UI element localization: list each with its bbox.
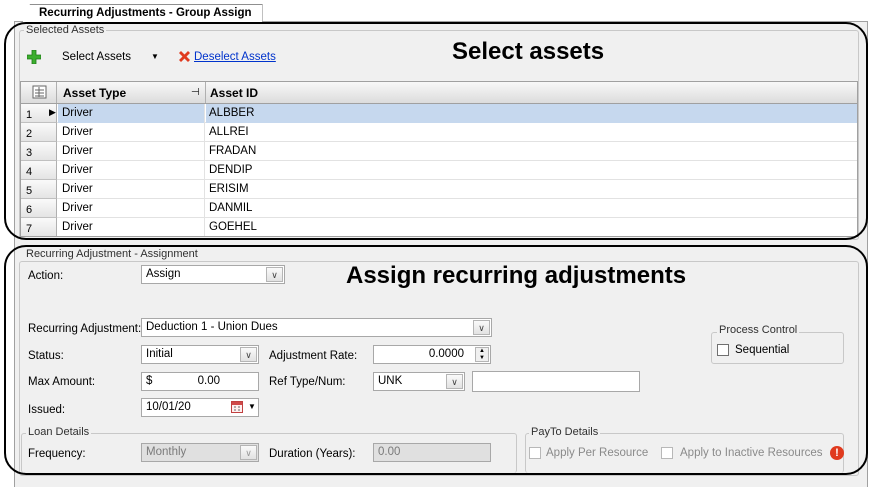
- ref-type-value: UNK: [378, 375, 403, 387]
- frequency-select: Monthly ∨: [141, 443, 259, 462]
- callout-select-assets-text: Select assets: [452, 38, 605, 65]
- status-select[interactable]: Initial ∨: [141, 345, 259, 364]
- sequential-checkbox[interactable]: [717, 344, 729, 356]
- adjustment-rate-input[interactable]: 0.0000 ▲ ▼: [373, 345, 491, 364]
- chevron-down-icon[interactable]: ∨: [446, 374, 463, 389]
- apply-per-resource-checkbox: [529, 447, 541, 459]
- duration-input: 0.00: [373, 443, 491, 462]
- max-amount-input[interactable]: $ 0.00: [141, 372, 259, 391]
- chevron-down-icon: ∨: [240, 445, 257, 460]
- ref-type-label: Ref Type/Num:: [269, 376, 346, 388]
- warning-icon[interactable]: !: [830, 446, 844, 460]
- max-amount-label: Max Amount:: [28, 376, 96, 388]
- adjustment-rate-label: Adjustment Rate:: [269, 350, 358, 362]
- duration-label: Duration (Years):: [269, 448, 356, 460]
- tab-group-assign[interactable]: Recurring Adjustments - Group Assign: [22, 4, 263, 23]
- calendar-icon[interactable]: [231, 401, 243, 413]
- payto-details-title: PayTo Details: [529, 426, 601, 438]
- max-amount-value: 0.00: [197, 375, 220, 387]
- chevron-down-icon[interactable]: ∨: [473, 320, 490, 335]
- ref-type-select[interactable]: UNK ∨: [373, 372, 465, 391]
- issued-label: Issued:: [28, 404, 66, 416]
- callout-assign-text: Assign recurring adjustments: [346, 262, 687, 289]
- chevron-down-icon[interactable]: ∨: [240, 347, 257, 362]
- issued-date-input[interactable]: 10/01/20 ▼: [141, 398, 259, 417]
- currency-symbol: $: [146, 375, 153, 387]
- chevron-down-icon[interactable]: ▼: [248, 402, 256, 411]
- duration-value: 0.00: [378, 446, 401, 458]
- status-label: Status:: [28, 350, 64, 362]
- frequency-label: Frequency:: [28, 448, 86, 460]
- spinner-icon[interactable]: ▲ ▼: [475, 347, 489, 362]
- callout-select-assets: [4, 22, 868, 240]
- ref-num-input[interactable]: [472, 371, 640, 392]
- recurring-adjustment-select[interactable]: Deduction 1 - Union Dues ∨: [141, 318, 492, 337]
- adjustment-rate-value: 0.0000: [428, 348, 464, 360]
- frequency-value: Monthly: [146, 446, 187, 458]
- process-control-title: Process Control: [717, 324, 800, 336]
- loan-details-title: Loan Details: [26, 426, 92, 438]
- apply-inactive-label: Apply to Inactive Resources: [680, 447, 823, 459]
- sequential-label: Sequential: [735, 344, 790, 356]
- recurring-adjustment-value: Deduction 1 - Union Dues: [146, 321, 278, 333]
- apply-inactive-checkbox: [661, 447, 673, 459]
- issued-value: 10/01/20: [146, 401, 191, 413]
- status-value: Initial: [146, 348, 173, 360]
- apply-per-resource-label: Apply Per Resource: [546, 447, 649, 459]
- recurring-adjustment-label: Recurring Adjustment:: [28, 323, 142, 335]
